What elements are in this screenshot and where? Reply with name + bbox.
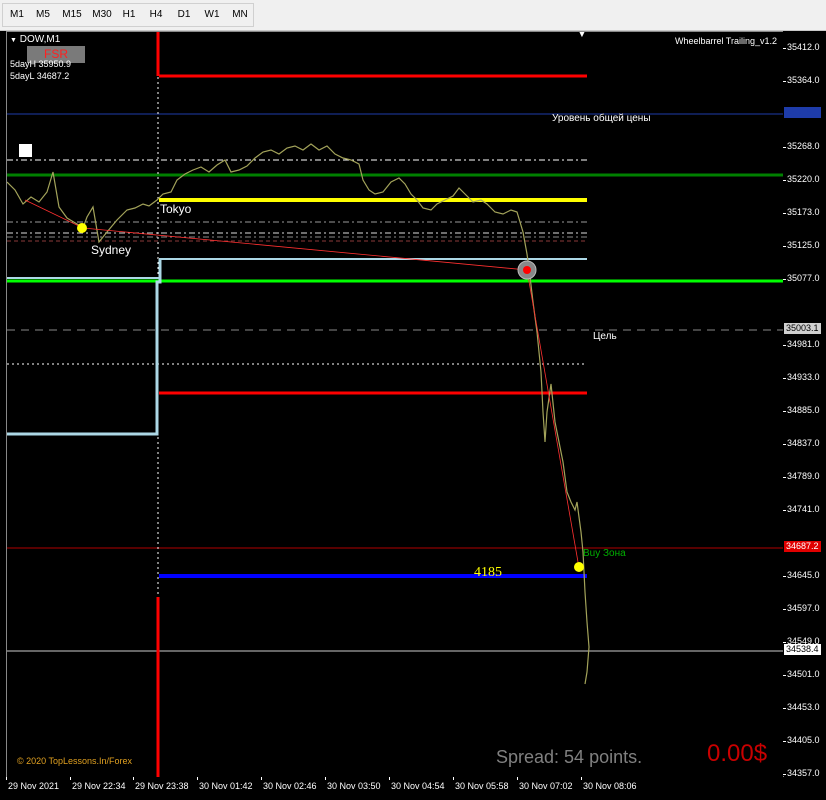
price-tick: 34501.0	[787, 669, 820, 679]
price-tick: 34405.0	[787, 735, 820, 745]
time-tick: 29 Nov 2021	[8, 781, 60, 791]
copyright-text: © 2020 TopLessons.In/Forex	[17, 756, 133, 766]
indicator-arrow-icon: ▼	[577, 31, 587, 40]
timeframe-m30-button[interactable]: M30	[87, 4, 117, 26]
timeframe-w1-button[interactable]: W1	[200, 4, 224, 26]
session-sydney-label: Sydney	[91, 243, 132, 257]
price-curve	[7, 143, 590, 685]
red-level-tag: 34687.2	[784, 541, 821, 552]
price-tick: 34645.0	[787, 570, 820, 580]
indicator-title: Wheelbarrel Trailing_v1.2	[674, 36, 777, 46]
timeframe-h1-button[interactable]: H1	[117, 4, 141, 26]
timeframe-mn-button[interactable]: MN	[227, 4, 253, 26]
price-tick: 34741.0	[787, 504, 820, 514]
square-icon[interactable]	[19, 144, 32, 157]
price-tick: 34453.0	[787, 702, 820, 712]
five-day-high: 5dayH 35950.9	[10, 59, 72, 69]
chart-area[interactable]: ▼ DOW,M1 FSR 5dayH 35950.9 5dayL 34687.2…	[6, 31, 784, 778]
five-day-low: 5dayL 34687.2	[10, 71, 70, 81]
time-tick: 30 Nov 05:58	[455, 781, 509, 791]
time-tick: 30 Nov 07:02	[519, 781, 573, 791]
symbol-label: DOW,M1	[19, 34, 61, 45]
blue-level-tag: 35316.1	[784, 107, 821, 118]
chart-canvas	[7, 32, 783, 777]
price-tick: 35412.0	[787, 42, 820, 52]
target-label: Цель	[593, 331, 617, 342]
buy-zone-label: Buy Зона	[583, 548, 626, 559]
price-tick: 34981.0	[787, 339, 820, 349]
timeframe-m15-button[interactable]: M15	[57, 4, 87, 26]
price-tick: 34933.0	[787, 372, 820, 382]
spread-text: Spread: 54 points.	[496, 747, 643, 767]
distance-value: 4185	[474, 565, 502, 580]
symbol-header[interactable]: ▼ DOW,M1	[10, 34, 60, 45]
time-tick: 30 Nov 01:42	[199, 781, 253, 791]
price-tick: 34597.0	[787, 603, 820, 613]
timeframe-toolbar: M1 M5 M15 M30 H1 H4 D1 W1 MN	[0, 0, 826, 31]
time-tick: 30 Nov 02:46	[263, 781, 317, 791]
price-tick: 35173.0	[787, 207, 820, 217]
triangle-down-icon[interactable]: ▼	[10, 37, 17, 44]
current-price-tag: 34538.4	[784, 644, 821, 655]
profit-text: 0.00$	[707, 740, 768, 767]
price-tick: 34837.0	[787, 438, 820, 448]
time-tick: 29 Nov 23:38	[135, 781, 189, 791]
yellow-marker-buy	[574, 562, 584, 572]
price-tick: 34885.0	[787, 405, 820, 415]
session-tokyo-label: Tokyo	[160, 202, 192, 216]
price-tick: 35077.0	[787, 273, 820, 283]
price-tick: 35125.0	[787, 240, 820, 250]
timeframe-m5-button[interactable]: M5	[31, 4, 55, 26]
lightblue-step-line	[7, 259, 162, 436]
time-tick: 30 Nov 08:06	[583, 781, 637, 791]
timeframe-m1-button[interactable]: M1	[5, 4, 29, 26]
price-scale[interactable]: 35412.0 35364.0 35268.0 35220.0 35173.0 …	[783, 31, 826, 778]
time-tick: 30 Nov 03:50	[327, 781, 381, 791]
timeframe-d1-button[interactable]: D1	[172, 4, 196, 26]
close-marker-center	[523, 266, 531, 274]
timeframe-h4-button[interactable]: H4	[144, 4, 168, 26]
timeframe-group: M1 M5 M15 M30 H1 H4 D1 W1 MN	[2, 3, 254, 27]
level-label: Уровень общей цены	[552, 113, 651, 124]
price-tick: 35268.0	[787, 141, 820, 151]
time-tick: 29 Nov 22:34	[72, 781, 126, 791]
yellow-marker-sydney	[77, 223, 87, 233]
target-price-tag: 35003.1	[784, 323, 821, 334]
price-tick: 35364.0	[787, 75, 820, 85]
price-tick: 35220.0	[787, 174, 820, 184]
time-scale[interactable]: 29 Nov 2021 29 Nov 22:34 29 Nov 23:38 30…	[6, 777, 826, 800]
time-tick: 30 Nov 04:54	[391, 781, 445, 791]
price-tick: 34789.0	[787, 471, 820, 481]
